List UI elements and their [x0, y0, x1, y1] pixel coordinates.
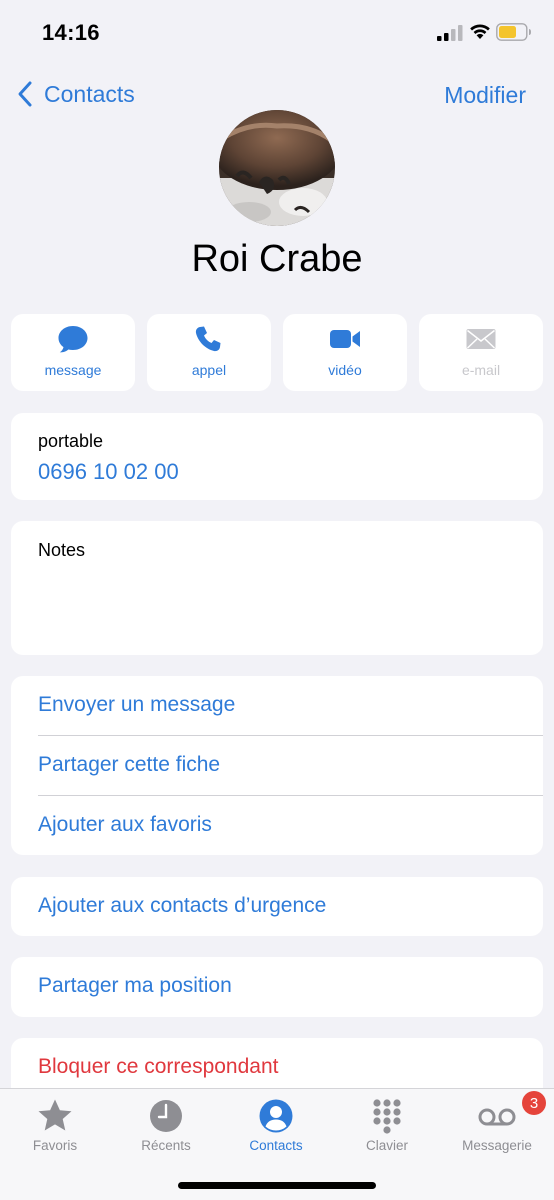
person-circle-icon — [259, 1099, 293, 1133]
share-location-card: Partager ma position — [11, 957, 543, 1017]
star-icon — [38, 1099, 72, 1131]
tab-messagerie[interactable]: 3 Messagerie — [442, 1091, 552, 1153]
tab-favoris[interactable]: Favoris — [0, 1097, 110, 1153]
call-action-label: appel — [191, 362, 227, 378]
share-contact-row[interactable]: Partager cette fiche — [11, 736, 543, 796]
battery-icon — [496, 23, 531, 41]
envelope-icon — [466, 329, 496, 349]
cellular-signal-icon — [437, 25, 463, 41]
email-action-label: e-mail — [461, 362, 501, 378]
emergency-contact-card: Ajouter aux contacts d’urgence — [11, 877, 543, 936]
send-message-row[interactable]: Envoyer un message — [11, 676, 543, 736]
wifi-icon — [470, 24, 490, 39]
block-contact-label: Bloquer ce correspondant — [38, 1055, 279, 1078]
tab-messagerie-label: Messagerie — [462, 1138, 532, 1153]
edit-button[interactable]: Modifier — [444, 82, 526, 109]
avatar-photo — [219, 110, 335, 226]
tab-recents[interactable]: Récents — [111, 1097, 221, 1153]
message-bubble-icon — [58, 326, 88, 353]
contact-options-list: Envoyer un message Partager cette fiche … — [11, 676, 543, 855]
send-message-label: Envoyer un message — [38, 693, 236, 716]
tab-favoris-label: Favoris — [32, 1138, 78, 1153]
phone-number-card: portable 0696 10 02 00 — [11, 413, 543, 500]
quick-actions: message appel vidéo e-mail — [11, 314, 543, 391]
back-button-label: Contacts — [44, 80, 135, 107]
back-button[interactable]: Contacts — [16, 80, 135, 108]
notes-card[interactable]: Notes — [11, 521, 543, 655]
video-camera-icon — [330, 330, 360, 348]
status-bar: 14:16 — [0, 0, 554, 66]
message-action-button[interactable]: message — [11, 314, 135, 391]
status-time: 14:16 — [42, 20, 100, 45]
notes-label: Notes — [38, 540, 86, 560]
tab-clavier[interactable]: Clavier — [332, 1097, 442, 1153]
tab-clavier-label: Clavier — [365, 1138, 408, 1153]
share-location-row[interactable]: Partager ma position — [11, 957, 543, 1017]
call-action-button[interactable]: appel — [147, 314, 271, 391]
video-action-button[interactable]: vidéo — [283, 314, 407, 391]
voicemail-icon — [478, 1108, 516, 1126]
phone-icon — [195, 326, 221, 352]
keypad-icon — [373, 1099, 401, 1134]
tab-recents-label: Récents — [141, 1138, 191, 1153]
share-contact-label: Partager cette fiche — [38, 753, 221, 776]
phone-type-label: portable — [38, 431, 104, 451]
contact-avatar[interactable] — [219, 110, 335, 226]
phone-number-link[interactable]: 0696 10 02 00 — [38, 459, 179, 485]
add-to-favorites-row[interactable]: Ajouter aux favoris — [11, 796, 543, 855]
voicemail-badge: 3 — [522, 1091, 546, 1115]
tab-contacts[interactable]: Contacts — [221, 1097, 331, 1153]
add-emergency-contact-row[interactable]: Ajouter aux contacts d’urgence — [11, 877, 543, 936]
clock-icon — [150, 1100, 182, 1132]
video-action-label: vidéo — [328, 362, 362, 378]
chevron-left-icon — [18, 81, 32, 107]
home-indicator[interactable] — [178, 1182, 376, 1189]
message-action-label: message — [44, 362, 102, 378]
add-to-favorites-label: Ajouter aux favoris — [38, 813, 212, 836]
add-emergency-contact-label: Ajouter aux contacts d’urgence — [38, 894, 327, 917]
tab-contacts-label: Contacts — [249, 1138, 303, 1153]
email-action-button[interactable]: e-mail — [419, 314, 543, 391]
contact-name: Roi Crabe — [191, 238, 363, 280]
share-location-label: Partager ma position — [38, 974, 232, 997]
